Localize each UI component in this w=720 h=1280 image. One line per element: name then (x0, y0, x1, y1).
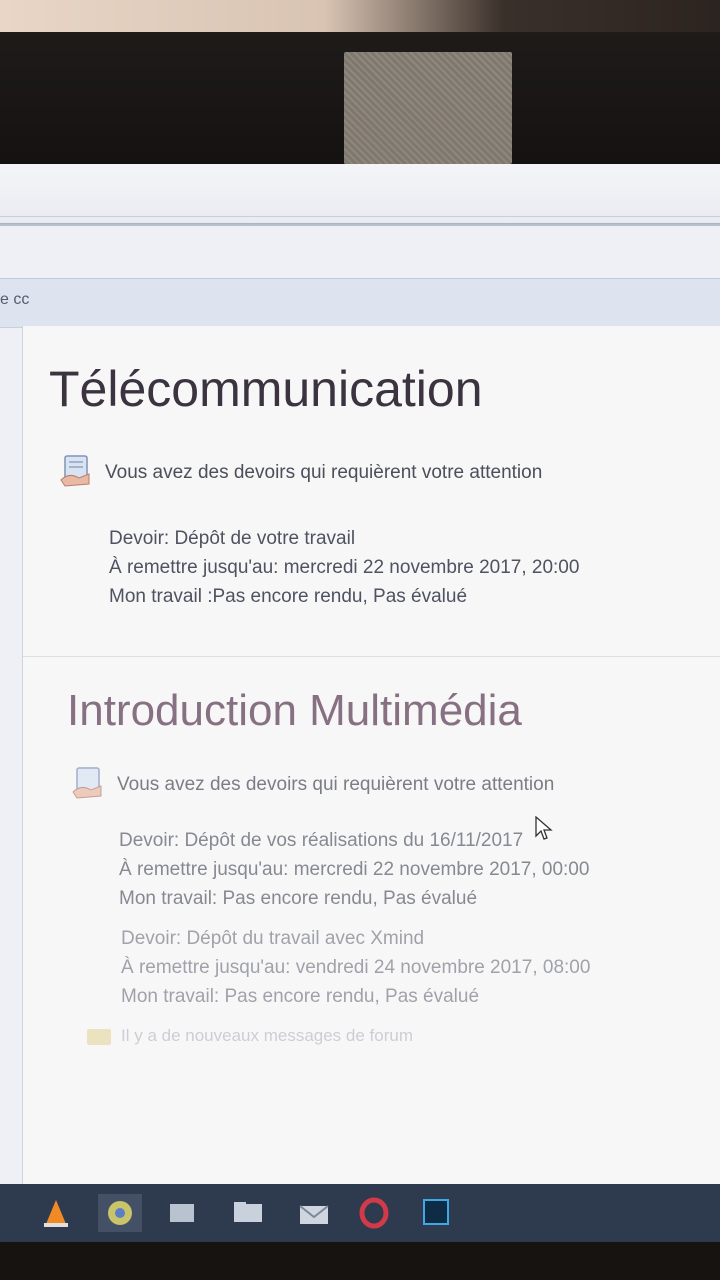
dashboard-content: Télécommunication Vous avez des devoirs … (22, 326, 720, 1184)
assignment-item: Devoir: Dépôt de vos réalisations du 16/… (119, 826, 589, 913)
forum-notice: Il y a de nouveaux messages de forum (87, 1026, 413, 1046)
navigation-bar: e cc (0, 278, 720, 328)
vlc-icon[interactable] (34, 1194, 78, 1232)
browser-toolbar (0, 164, 720, 226)
assignment-link[interactable]: Devoir: Dépôt de vos réalisations du 16/… (119, 826, 589, 855)
file-explorer-icon[interactable] (226, 1194, 270, 1232)
assignment-status: Mon travail: Pas encore rendu, Pas évalu… (121, 986, 480, 1007)
course-title[interactable]: Télécommunication (49, 360, 483, 418)
alert-text: Vous avez des devoirs qui requièrent vot… (117, 774, 555, 795)
nav-text[interactable]: e cc (0, 291, 29, 309)
course-title[interactable]: Introduction Multimédia (67, 686, 522, 736)
assignment-item: Devoir: Dépôt du travail avec Xmind À re… (121, 924, 590, 1011)
taskbar (0, 1184, 720, 1242)
assignment-link[interactable]: Devoir: Dépôt du travail avec Xmind (121, 924, 590, 953)
forum-icon (87, 1028, 111, 1045)
opera-icon[interactable] (352, 1194, 396, 1232)
assignment-icon (60, 455, 90, 487)
course-overview-introduction-multimedia: Introduction Multimédia Vous avez des de… (23, 666, 720, 1184)
assignment-icon (72, 767, 102, 799)
mail-icon[interactable] (292, 1194, 336, 1232)
assignment-due-date: À remettre jusqu'au: mercredi 22 novembr… (119, 859, 590, 880)
app-icon[interactable] (160, 1194, 204, 1232)
monitor-bezel-bottom (0, 1242, 720, 1280)
assignment-status: Mon travail: Pas encore rendu, Pas évalu… (119, 888, 478, 909)
assignment-due-date: À remettre jusqu'au: vendredi 24 novembr… (121, 957, 591, 978)
chrome-icon[interactable] (98, 1194, 142, 1232)
screen: e cc Télécommunication Vous avez des dev… (0, 164, 720, 1184)
assignment-item: Devoir: Dépôt de votre travail À remettr… (109, 524, 579, 611)
alert-text: Vous avez des devoirs qui requièrent vot… (105, 462, 543, 483)
webcam-tape-cover (344, 52, 512, 164)
assignment-status: Mon travail :Pas encore rendu, Pas évalu… (109, 586, 468, 607)
assignment-link[interactable]: Devoir: Dépôt de votre travail (109, 524, 579, 553)
assignment-due-date: À remettre jusqu'au: mercredi 22 novembr… (109, 557, 580, 578)
toolbar-divider (0, 216, 720, 224)
photoshop-icon[interactable] (414, 1194, 458, 1232)
course-overview-telecommunication: Télécommunication Vous avez des devoirs … (23, 336, 720, 840)
forum-notice-text[interactable]: Il y a de nouveaux messages de forum (121, 1026, 413, 1045)
